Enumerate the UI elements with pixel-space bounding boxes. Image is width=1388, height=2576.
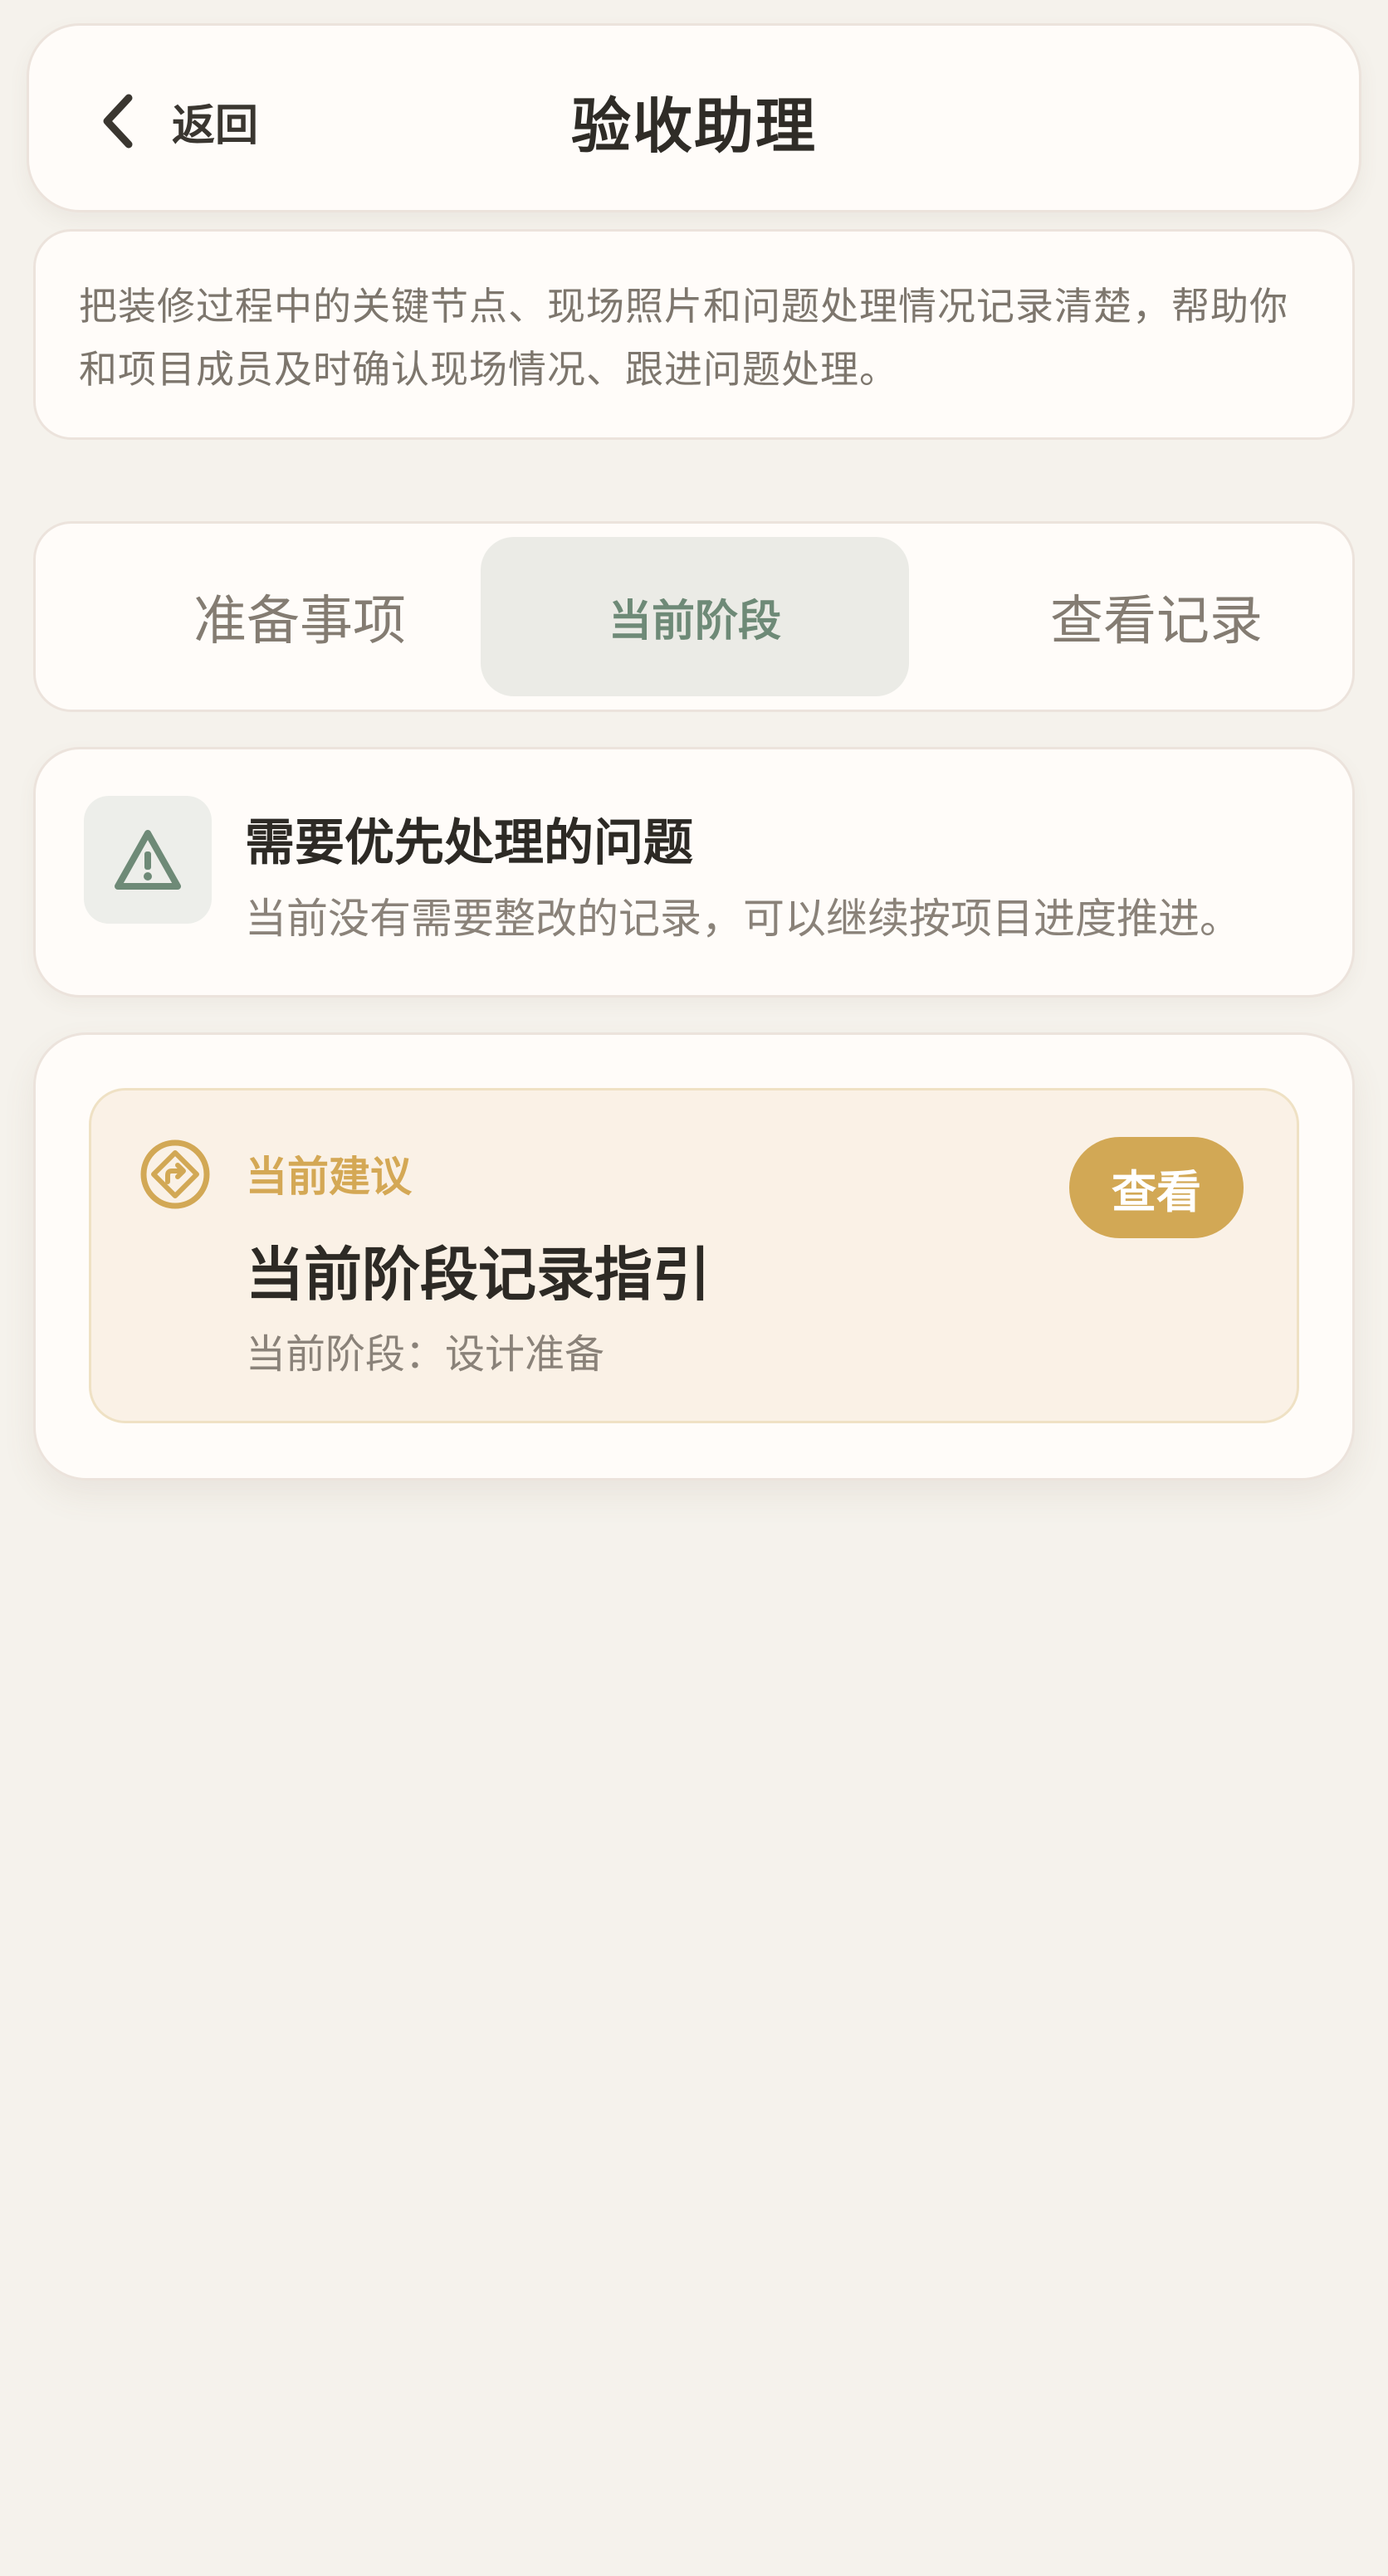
stage-tabs: 准备事项 当前阶段 查看记录 [33, 521, 1355, 712]
tab-current-stage[interactable]: 当前阶段 [481, 537, 909, 696]
issues-title: 需要优先处理的问题 [245, 814, 693, 872]
priority-issues-card: 需要优先处理的问题 当前没有需要整改的记录，可以继续按项目进度推进。 [33, 747, 1355, 998]
issues-description: 当前没有需要整改的记录，可以继续按项目进度推进。 [245, 895, 1241, 943]
header-bar: 返回 验收助理 [27, 23, 1361, 212]
tab-preparation[interactable]: 准备事项 [86, 537, 514, 696]
warning-icon-badge [84, 796, 212, 924]
page-title: 验收助理 [570, 91, 817, 161]
view-button[interactable]: 查看 [1069, 1137, 1244, 1238]
suggestion-label: 当前建议 [246, 1153, 412, 1201]
tab-view-records[interactable]: 查看记录 [942, 537, 1371, 696]
warning-triangle-icon [115, 830, 181, 890]
suggestion-title: 当前阶段记录指引 [246, 1241, 711, 1309]
page: 返回 验收助理 把装修过程中的关键节点、现场照片和问题处理情况记录清楚，帮助你和… [0, 0, 1388, 2576]
intro-card: 把装修过程中的关键节点、现场照片和问题处理情况记录清楚，帮助你和项目成员及时确认… [33, 229, 1355, 440]
suggestion-panel: 当前建议 当前阶段记录指引 当前阶段：设计准备 查看 [89, 1088, 1299, 1423]
direction-sign-icon [140, 1139, 210, 1209]
current-stage-text: 当前阶段：设计准备 [246, 1331, 605, 1378]
suggestion-card: 当前建议 当前阶段记录指引 当前阶段：设计准备 查看 [33, 1032, 1355, 1481]
intro-text: 把装修过程中的关键节点、现场照片和问题处理情况记录清楚，帮助你和项目成员及时确认… [79, 284, 1288, 392]
